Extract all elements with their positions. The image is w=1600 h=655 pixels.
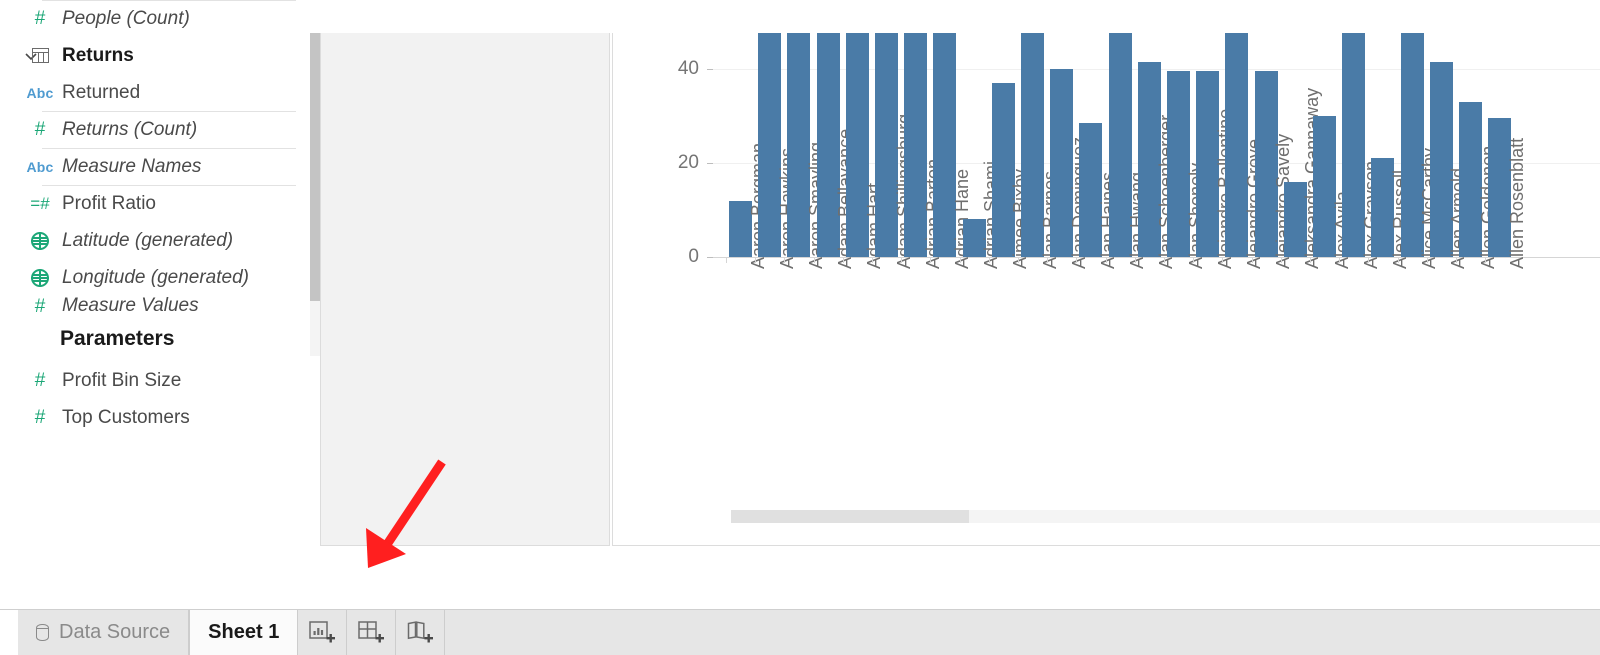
field-label: Latitude (generated) xyxy=(62,229,234,251)
x-tick-mark xyxy=(1251,258,1253,263)
new-dashboard-icon xyxy=(358,620,385,642)
field-row[interactable]: =# Profit Ratio xyxy=(0,185,310,222)
field-row[interactable]: # Measure Values xyxy=(0,296,310,316)
field-row[interactable]: # Returns (Count) xyxy=(0,111,310,148)
parameters-header-row: Parameters xyxy=(0,316,310,362)
x-tick-mark xyxy=(1018,258,1019,263)
worksheet-tab-bar[interactable]: Data Source Sheet 1 xyxy=(0,609,1600,655)
x-tick-mark xyxy=(901,258,903,263)
data-source-tab[interactable]: Data Source xyxy=(18,610,190,655)
x-tick-mark xyxy=(813,258,815,263)
parameters-header: Parameters xyxy=(60,327,175,350)
x-tick-mark xyxy=(784,258,786,263)
new-story-icon xyxy=(408,620,434,642)
data-pane-scrollbar-thumb[interactable] xyxy=(310,33,320,301)
field-row[interactable]: Returns xyxy=(0,37,310,74)
field-label: People (Count) xyxy=(62,7,190,29)
field-separator xyxy=(42,185,296,186)
hash-icon: # xyxy=(34,8,46,29)
viz-horizontal-scrollbar-thumb[interactable] xyxy=(731,510,969,523)
x-tick-mark xyxy=(1193,258,1195,263)
sheet-tab-label: Sheet 1 xyxy=(208,621,280,643)
hash-icon: # xyxy=(34,119,46,140)
field-label: Longitude (generated) xyxy=(62,266,249,288)
x-tick-mark xyxy=(930,258,932,263)
x-tick-mark xyxy=(1047,258,1049,263)
new-dashboard-button[interactable] xyxy=(347,610,397,655)
data-source-tab-label: Data Source xyxy=(59,621,171,643)
field-row[interactable]: Abc Returned xyxy=(0,74,310,111)
shelf-panel[interactable] xyxy=(320,33,610,546)
field-label: Returned xyxy=(62,81,141,103)
field-separator xyxy=(42,111,296,112)
globe-icon xyxy=(18,231,62,250)
x-tick-mark xyxy=(1280,258,1282,263)
abc-icon: Abc xyxy=(26,84,54,101)
data-pane[interactable]: # People (Count) Returns Abc Returned # Return… xyxy=(0,0,310,556)
calculated-field-icon: =# xyxy=(30,194,50,213)
sheet-tab-sheet-1[interactable]: Sheet 1 xyxy=(189,610,299,655)
globe-icon xyxy=(18,268,62,287)
x-tick-mark xyxy=(1397,258,1399,263)
parameter-label: Top Customers xyxy=(62,406,190,428)
field-label: Profit Ratio xyxy=(62,192,156,214)
x-tick-mark xyxy=(959,258,961,263)
tabbar-filler xyxy=(445,610,1600,655)
tabbar-left-spacer xyxy=(0,610,18,655)
hash-icon: # xyxy=(34,296,46,316)
new-story-button[interactable] xyxy=(396,610,446,655)
y-tick-mark xyxy=(707,163,713,164)
database-icon xyxy=(36,624,49,641)
field-separator xyxy=(42,0,296,1)
x-tick-mark xyxy=(1368,258,1370,263)
x-tick-mark xyxy=(755,258,757,263)
parameter-row[interactable]: # Profit Bin Size xyxy=(0,362,310,399)
x-tick-mark xyxy=(1105,258,1107,263)
field-label: Measure Values xyxy=(62,296,199,316)
x-tick-mark xyxy=(842,258,844,263)
x-tick-mark xyxy=(1164,258,1165,263)
field-label: Returns (Count) xyxy=(62,118,198,140)
x-tick-mark xyxy=(1310,258,1311,263)
field-row[interactable]: Longitude (generated) xyxy=(0,259,310,296)
x-axis-tick-label: Allen Rosenblatt xyxy=(1506,137,1527,269)
x-tick-mark xyxy=(872,258,873,263)
parameter-label: Profit Bin Size xyxy=(62,369,182,391)
new-worksheet-button[interactable] xyxy=(298,610,348,655)
y-axis-tick-label: 20 xyxy=(677,152,699,173)
new-worksheet-icon xyxy=(309,620,336,642)
x-tick-mark xyxy=(1076,258,1078,263)
x-tick-mark xyxy=(1339,258,1341,263)
x-tick-mark xyxy=(1485,258,1487,263)
field-list[interactable]: # People (Count) Returns Abc Returned # Return… xyxy=(0,0,310,316)
x-tick-mark xyxy=(1426,258,1428,263)
x-tick-mark xyxy=(1456,258,1457,263)
field-label: Measure Names xyxy=(62,155,202,177)
field-row[interactable]: # People (Count) xyxy=(0,0,310,37)
parameters-list[interactable]: # Profit Bin Size # Top Customers xyxy=(0,362,310,436)
x-tick-mark xyxy=(988,258,990,263)
field-row[interactable]: Abc Measure Names xyxy=(0,148,310,185)
field-separator xyxy=(42,148,296,149)
visualization-area[interactable]: 02040Aaron BergmanAaron HawkinsAaron Sma… xyxy=(612,33,1600,546)
y-tick-mark xyxy=(707,69,713,70)
x-tick-mark xyxy=(726,258,727,263)
y-axis-tick-label: 40 xyxy=(677,58,699,79)
parameter-row[interactable]: # Top Customers xyxy=(0,399,310,436)
hash-icon: # xyxy=(34,370,46,391)
bar-chart[interactable]: 02040Aaron BergmanAaron HawkinsAaron Sma… xyxy=(613,33,1600,545)
x-tick-mark xyxy=(1134,258,1136,263)
abc-icon: Abc xyxy=(26,158,54,175)
y-axis-tick-label: 0 xyxy=(688,246,699,267)
x-tick-mark xyxy=(1222,258,1224,263)
field-label: Returns xyxy=(62,44,134,66)
field-row[interactable]: Latitude (generated) xyxy=(0,222,310,259)
hash-icon: # xyxy=(34,407,46,428)
